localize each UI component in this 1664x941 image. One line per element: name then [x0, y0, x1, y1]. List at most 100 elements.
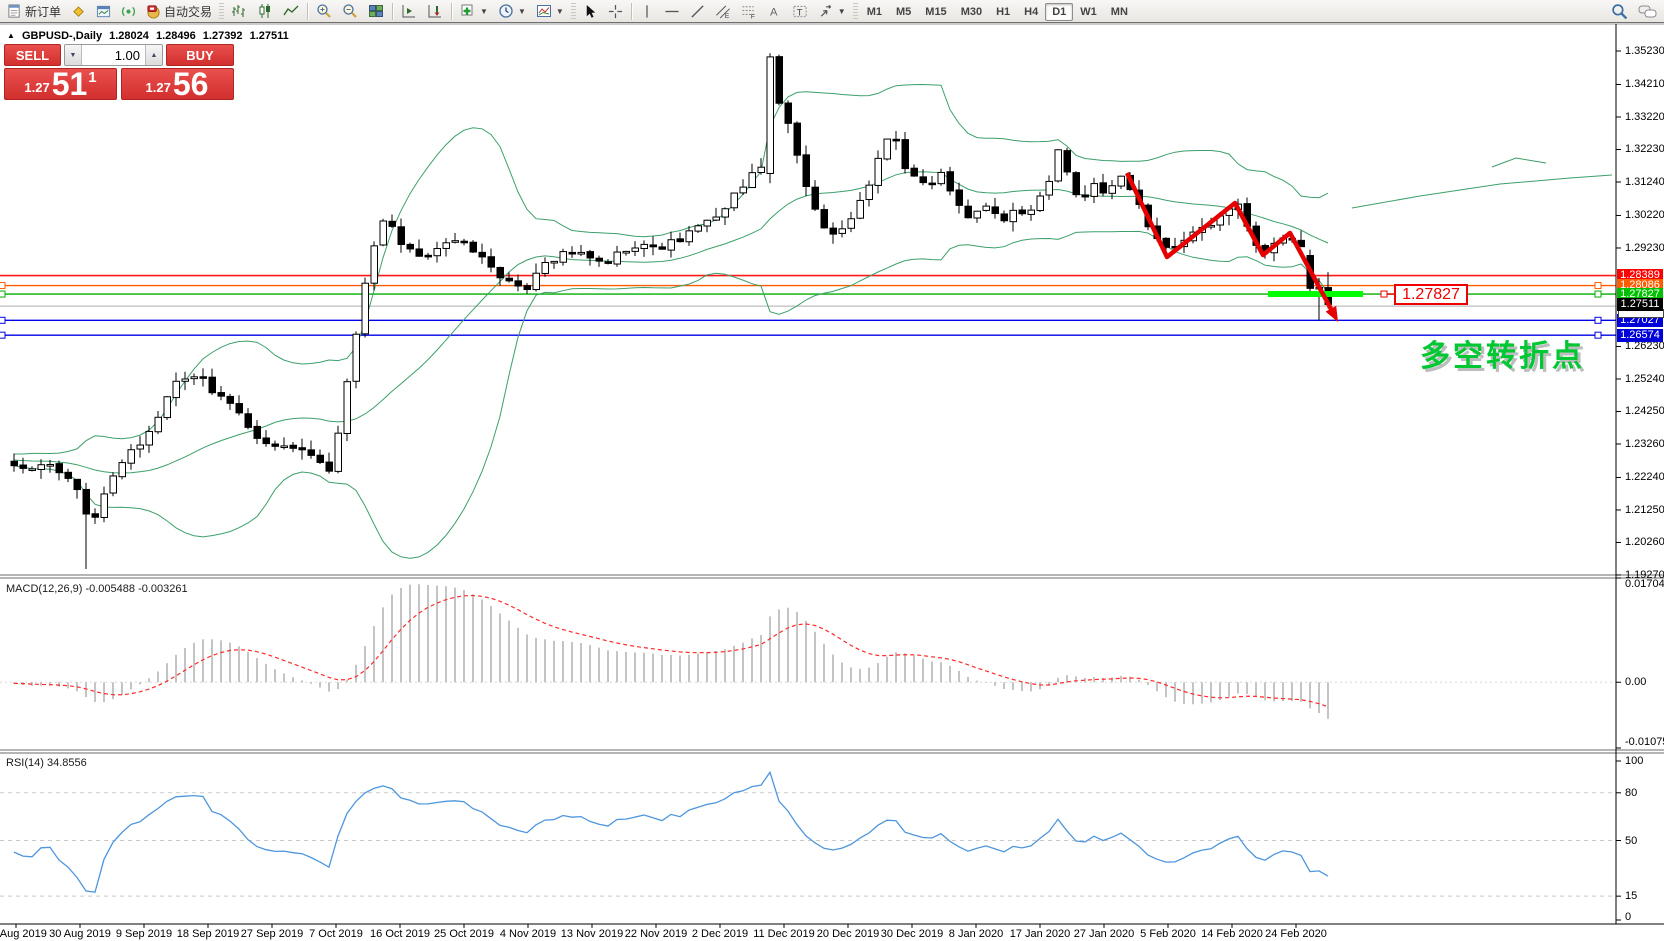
bollinger-upper-band	[14, 85, 1328, 455]
volume-input[interactable]: 1.00	[82, 45, 145, 65]
zoom-in-button[interactable]	[311, 0, 337, 22]
line-chart-icon	[283, 3, 299, 19]
timeframe-button-H4[interactable]: H4	[1017, 3, 1045, 21]
market-watch-icon	[96, 4, 111, 19]
vline-tool-button[interactable]	[635, 0, 659, 22]
date-label: 13 Nov 2019	[561, 928, 623, 940]
templates-button[interactable]: ▼	[531, 0, 569, 22]
buy-price-small: 1.27	[146, 80, 171, 95]
chart-autoscroll-button[interactable]	[422, 0, 448, 22]
price-chart[interactable]	[0, 0, 1664, 941]
date-label: 5 Feb 2020	[1140, 928, 1196, 940]
sell-price-big: 51	[52, 70, 88, 98]
chart-symbol-header: ▲ GBPUSD-,Daily 1.28024 1.28496 1.27392 …	[7, 30, 293, 42]
candle-chart-button[interactable]	[252, 0, 278, 22]
fibonacci-tool-button[interactable]: F	[736, 0, 762, 22]
svg-text:E: E	[725, 13, 730, 19]
volume-increase-button[interactable]: ▲	[145, 45, 162, 65]
toolbar-separator	[631, 3, 632, 20]
bar-chart-icon	[231, 3, 247, 19]
crosshair-tool-button[interactable]	[603, 0, 628, 22]
trendline-icon	[690, 4, 705, 19]
timeframe-button-M5[interactable]: M5	[889, 3, 918, 21]
profiles-button[interactable]	[66, 0, 91, 22]
line-handle[interactable]	[1595, 283, 1601, 289]
chat-icon[interactable]	[1638, 4, 1658, 20]
rsi-tick-label: 15	[1625, 890, 1637, 903]
signals-button[interactable]	[116, 0, 141, 22]
timeframe-button-W1[interactable]: W1	[1073, 3, 1104, 21]
line-handle[interactable]	[1595, 332, 1601, 338]
hline-tool-button[interactable]	[659, 0, 685, 22]
market-watch-button[interactable]	[91, 0, 116, 22]
arrows-tool-button[interactable]: ▼	[813, 0, 851, 22]
trendline-tool-button[interactable]	[685, 0, 710, 22]
toolbar-grip	[571, 3, 576, 19]
autotrade-button[interactable]: 自动交易	[141, 0, 217, 22]
buy-price[interactable]: 1.2756	[121, 68, 234, 100]
label-tool-button[interactable]: T	[787, 0, 813, 22]
date-label: 4 Nov 2019	[500, 928, 556, 940]
sell-price-sup: 1	[88, 69, 96, 86]
line-handle[interactable]	[0, 283, 5, 289]
horizontal-line-icon	[664, 4, 680, 19]
tile-windows-button[interactable]	[363, 0, 389, 22]
svg-text:T: T	[797, 7, 803, 17]
timeframe-button-MN[interactable]: MN	[1104, 3, 1135, 21]
timeframe-button-M30[interactable]: M30	[954, 3, 989, 21]
date-label: 8 Jan 2020	[949, 928, 1003, 940]
rsi-label: RSI(14) 34.8556	[6, 757, 87, 769]
price-tick-label: 1.33220	[1625, 111, 1664, 124]
date-label: 7 Oct 2019	[309, 928, 363, 940]
price-tick-label: 1.32230	[1625, 143, 1664, 156]
channel-tool-button[interactable]: E	[710, 0, 736, 22]
callout-handle[interactable]	[1381, 291, 1387, 297]
date-label: 9 Sep 2019	[116, 928, 172, 940]
periods-button[interactable]: ▼	[493, 0, 531, 22]
line-handle[interactable]	[0, 291, 5, 297]
collapse-triangle-icon[interactable]: ▲	[7, 31, 15, 40]
rsi-tick-label: 0	[1625, 911, 1631, 924]
volume-decrease-button[interactable]: ▼	[65, 45, 82, 65]
bollinger-middle-band	[14, 172, 1328, 473]
price-callout-label[interactable]: 1.27827	[1394, 284, 1468, 305]
timeframe-button-D1[interactable]: D1	[1045, 3, 1073, 21]
equidistant-channel-icon: E	[715, 4, 731, 19]
line-handle[interactable]	[1595, 291, 1601, 297]
zoom-out-button[interactable]	[337, 0, 363, 22]
rsi-line	[14, 772, 1328, 892]
autotrade-icon	[146, 4, 161, 19]
clock-icon	[498, 3, 514, 19]
sell-price[interactable]: 1.27511	[4, 68, 117, 100]
sell-button[interactable]: SELL	[4, 44, 61, 66]
add-indicator-button[interactable]: ▼	[455, 0, 493, 22]
timeframe-button-M15[interactable]: M15	[918, 3, 953, 21]
date-label: 16 Oct 2019	[370, 928, 430, 940]
candle-chart-icon	[257, 3, 273, 19]
search-icon[interactable]	[1611, 3, 1628, 20]
date-label: 17 Jan 2020	[1010, 928, 1071, 940]
line-chart-button[interactable]	[278, 0, 304, 22]
timeframe-button-M1[interactable]: M1	[860, 3, 889, 21]
dropdown-caret-icon: ▼	[556, 7, 564, 16]
timeframe-button-H1[interactable]: H1	[989, 3, 1017, 21]
template-icon	[536, 3, 552, 19]
line-handle[interactable]	[1595, 317, 1601, 323]
price-tick-label: 1.24250	[1625, 405, 1664, 418]
cursor-tool-button[interactable]	[578, 0, 603, 22]
volume-stepper: ▼ 1.00 ▲	[64, 44, 163, 66]
band-extension-0	[1352, 175, 1612, 208]
line-handle[interactable]	[0, 317, 5, 323]
new-order-button[interactable]: 新订单	[2, 0, 66, 22]
bar-chart-button[interactable]	[226, 0, 252, 22]
price-level-label: 1.26574	[1617, 329, 1663, 342]
line-handle[interactable]	[0, 332, 5, 338]
date-label: 18 Sep 2019	[177, 928, 239, 940]
symbol-name: GBPUSD-,Daily	[22, 30, 102, 42]
buy-button[interactable]: BUY	[166, 44, 234, 66]
rsi-tick-label: 100	[1625, 755, 1643, 768]
chart-shift-button[interactable]	[396, 0, 422, 22]
turning-point-annotation[interactable]: 多空转折点	[1420, 331, 1585, 375]
price-tick-label: 1.23260	[1625, 438, 1664, 451]
text-tool-button[interactable]: A	[762, 0, 787, 22]
